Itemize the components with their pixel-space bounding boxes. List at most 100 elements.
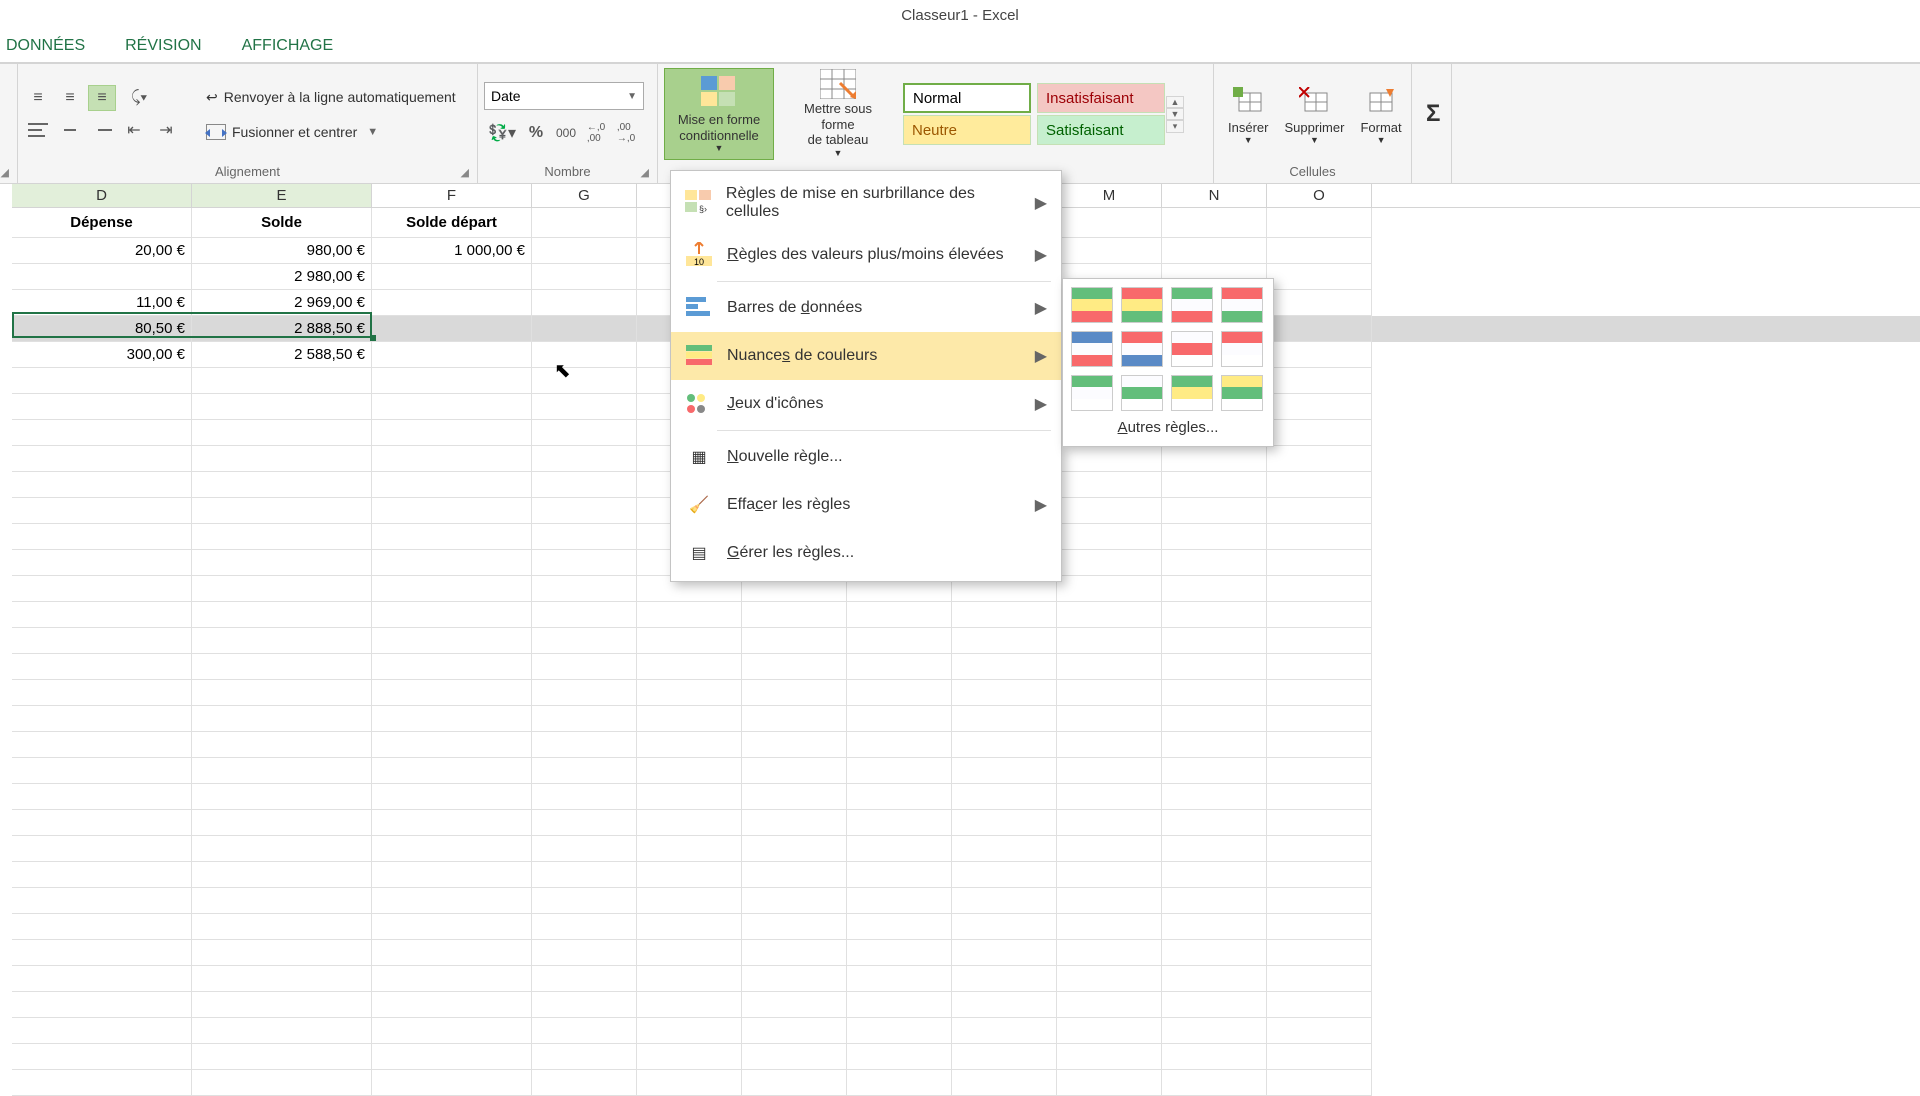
cell[interactable] — [12, 940, 192, 966]
styles-more[interactable]: ▾ — [1166, 120, 1184, 133]
cell[interactable] — [532, 628, 637, 654]
cell[interactable] — [1267, 628, 1372, 654]
cell[interactable] — [192, 654, 372, 680]
dialog-launcher-icon[interactable]: ◢ — [1, 166, 9, 179]
insert-cells-button[interactable]: Insérer▼ — [1220, 80, 1276, 148]
cell[interactable] — [847, 940, 952, 966]
cell[interactable] — [192, 940, 372, 966]
cell[interactable] — [1057, 758, 1162, 784]
cell[interactable] — [12, 394, 192, 420]
cell[interactable] — [952, 1070, 1057, 1096]
cell[interactable] — [1267, 992, 1372, 1018]
cell[interactable] — [372, 550, 532, 576]
cell[interactable] — [372, 576, 532, 602]
cell[interactable] — [532, 966, 637, 992]
dialog-launcher-icon[interactable]: ◢ — [641, 166, 649, 179]
cell[interactable] — [742, 732, 847, 758]
cell[interactable] — [952, 758, 1057, 784]
cell[interactable] — [1162, 888, 1267, 914]
cell[interactable] — [1267, 316, 1372, 342]
cell[interactable] — [952, 628, 1057, 654]
cell[interactable] — [952, 914, 1057, 940]
cell[interactable] — [12, 810, 192, 836]
cell[interactable] — [372, 914, 532, 940]
cell[interactable] — [12, 628, 192, 654]
valign-bottom-button[interactable]: ≡ — [88, 85, 116, 111]
cell[interactable] — [742, 888, 847, 914]
cell[interactable] — [12, 654, 192, 680]
cell[interactable] — [742, 602, 847, 628]
color-scale-swatch[interactable] — [1071, 375, 1113, 411]
cell[interactable] — [1267, 888, 1372, 914]
cell[interactable] — [1057, 888, 1162, 914]
cell[interactable] — [192, 420, 372, 446]
cell[interactable] — [372, 966, 532, 992]
column-header-D[interactable]: D — [12, 184, 192, 207]
cell[interactable] — [12, 420, 192, 446]
cell[interactable]: 1 000,00 € — [372, 238, 532, 264]
cell[interactable] — [742, 862, 847, 888]
cell[interactable] — [1162, 550, 1267, 576]
color-scale-swatch[interactable] — [1121, 375, 1163, 411]
cell[interactable] — [532, 862, 637, 888]
cell[interactable] — [1267, 576, 1372, 602]
cell[interactable] — [742, 628, 847, 654]
cell[interactable] — [372, 1070, 532, 1096]
cell[interactable] — [192, 862, 372, 888]
cell[interactable] — [372, 706, 532, 732]
column-header-E[interactable]: E — [192, 184, 372, 207]
cell[interactable] — [1162, 758, 1267, 784]
cell[interactable] — [372, 1044, 532, 1070]
cell[interactable]: 80,50 € — [12, 316, 192, 342]
cell[interactable] — [12, 706, 192, 732]
column-header-M[interactable]: M — [1057, 184, 1162, 207]
cell[interactable] — [1162, 784, 1267, 810]
cell[interactable] — [1267, 732, 1372, 758]
cell[interactable] — [192, 758, 372, 784]
color-scale-swatch[interactable] — [1071, 331, 1113, 367]
cell[interactable] — [372, 836, 532, 862]
cell[interactable] — [532, 732, 637, 758]
cell[interactable] — [1267, 368, 1372, 394]
cell[interactable] — [192, 836, 372, 862]
color-scale-swatch[interactable] — [1221, 331, 1263, 367]
cell[interactable] — [637, 654, 742, 680]
cell[interactable] — [1267, 550, 1372, 576]
number-format-dropdown[interactable]: Date ▼ — [484, 82, 644, 110]
cell[interactable] — [12, 1018, 192, 1044]
cell[interactable] — [192, 914, 372, 940]
color-scale-swatch[interactable] — [1171, 375, 1213, 411]
cell[interactable] — [372, 862, 532, 888]
cell[interactable]: 300,00 € — [12, 342, 192, 368]
cell[interactable] — [372, 472, 532, 498]
cell[interactable] — [532, 992, 637, 1018]
cell[interactable] — [1057, 602, 1162, 628]
menu-item-icon-sets[interactable]: Jeux d'icônes ▶ — [671, 380, 1061, 428]
cell[interactable] — [192, 472, 372, 498]
cell[interactable] — [1057, 1018, 1162, 1044]
cell[interactable] — [192, 888, 372, 914]
cell-style-satisfaisant[interactable]: Satisfaisant — [1037, 115, 1165, 145]
cell[interactable] — [1057, 810, 1162, 836]
cell[interactable] — [1057, 1044, 1162, 1070]
cell[interactable] — [532, 680, 637, 706]
cell[interactable] — [742, 810, 847, 836]
cell[interactable] — [1162, 1018, 1267, 1044]
cell[interactable] — [12, 524, 192, 550]
halign-center-button[interactable] — [56, 117, 84, 143]
cell[interactable] — [192, 706, 372, 732]
cell[interactable] — [742, 1044, 847, 1070]
cell[interactable] — [1057, 550, 1162, 576]
merge-center-button[interactable]: Fusionner et centrer ▼ — [198, 121, 464, 143]
cell[interactable] — [372, 264, 532, 290]
cell[interactable] — [1162, 810, 1267, 836]
cell[interactable] — [637, 758, 742, 784]
cell[interactable] — [192, 810, 372, 836]
cell[interactable] — [952, 1018, 1057, 1044]
cell[interactable] — [1162, 1044, 1267, 1070]
cell[interactable] — [192, 498, 372, 524]
cell[interactable] — [1267, 914, 1372, 940]
cell[interactable] — [532, 550, 637, 576]
cell[interactable] — [1267, 706, 1372, 732]
cell[interactable] — [12, 472, 192, 498]
